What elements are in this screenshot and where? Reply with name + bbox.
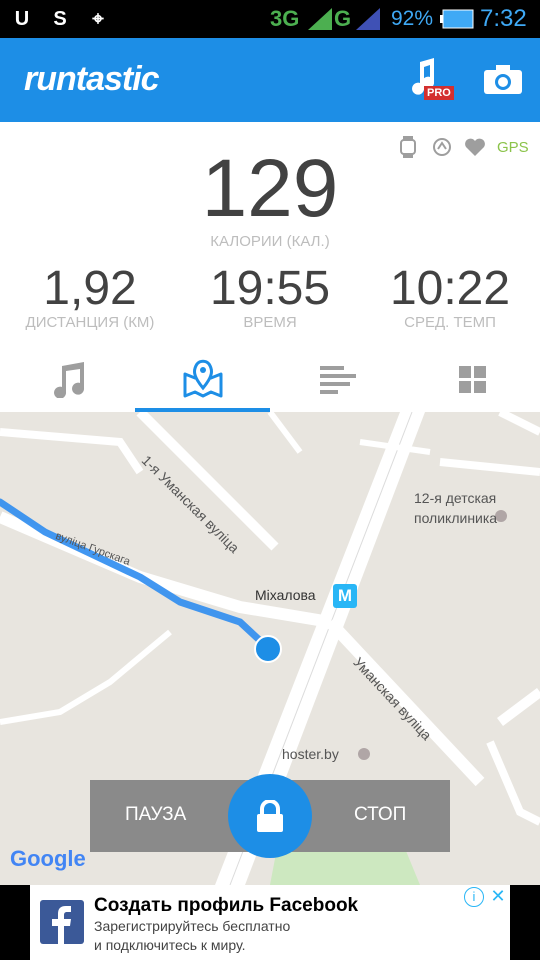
- calories-label: КАЛОРИИ (КАЛ.): [210, 233, 330, 250]
- status-bar: U S ⌖ 3G G 92% 7:32: [0, 0, 540, 38]
- music-icon: [54, 362, 85, 398]
- watch-icon: [400, 136, 416, 158]
- pace-value: 10:22: [389, 262, 511, 315]
- google-logo: Google: [10, 846, 86, 871]
- signal-icon: [308, 8, 332, 30]
- camera-icon: [484, 65, 522, 94]
- stop-button[interactable]: СТОП: [354, 804, 406, 826]
- pace-label: СРЕД. ТЕМП: [404, 314, 496, 331]
- tab-map[interactable]: [135, 344, 270, 412]
- grid-icon: [459, 366, 486, 393]
- u-app-icon: U: [14, 8, 30, 30]
- poi-clinic-label: 12-я детская поликлиника: [414, 490, 498, 526]
- tracking-icon: [433, 138, 451, 156]
- metro-icon: M: [333, 584, 357, 608]
- tab-grid[interactable]: [405, 344, 540, 412]
- camera-button[interactable]: [484, 64, 524, 98]
- lock-icon: [257, 800, 283, 832]
- time-label: ВРЕМЯ: [243, 314, 297, 331]
- poi-hoster-label: hoster.by: [282, 746, 339, 762]
- ad-title: Создать профиль Facebook: [94, 895, 359, 916]
- battery-percent: 92%: [391, 7, 434, 30]
- ad-close-icon[interactable]: ✕: [488, 885, 508, 907]
- stats-panel: GPS 129 КАЛОРИИ (КАЛ.) 1,92 ДИСТАНЦИЯ (К…: [0, 122, 540, 412]
- list-icon: [320, 366, 356, 394]
- calories-value: 129: [201, 143, 339, 234]
- s-app-icon: S: [53, 8, 67, 30]
- map-icon: [183, 359, 223, 398]
- signal-icon-2: [356, 8, 380, 30]
- facebook-icon: [40, 900, 84, 944]
- tab-music[interactable]: [0, 344, 135, 412]
- battery-icon: [440, 9, 474, 29]
- gps-indicator: GPS: [497, 139, 529, 156]
- ad-info-icon[interactable]: i: [464, 887, 484, 907]
- network-type-3g: 3G: [270, 6, 300, 31]
- distance-label: ДИСТАНЦИЯ (КМ): [25, 314, 155, 331]
- distance-value: 1,92: [43, 262, 137, 315]
- tab-list[interactable]: [270, 344, 405, 412]
- pause-button[interactable]: ПАУЗА: [125, 804, 186, 826]
- ad-banner[interactable]: Создать профиль Facebook Зарегистрируйте…: [30, 885, 510, 960]
- music-pro-button[interactable]: PRO: [408, 58, 458, 104]
- heart-icon: [465, 138, 485, 156]
- runtastic-logo: runtastic: [24, 60, 160, 98]
- app-bar: runtastic PRO: [0, 38, 540, 122]
- location-icon: ⌖: [92, 8, 104, 30]
- time-value: 19:55: [209, 262, 331, 315]
- pro-badge: PRO: [424, 86, 454, 100]
- ad-line-1: Зарегистрируйтесь бесплатно: [94, 918, 291, 934]
- metro-station-label: Міхалова: [255, 587, 316, 603]
- ad-line-2: и подключитесь к миру.: [94, 937, 246, 953]
- clock: 7:32: [480, 5, 527, 32]
- lock-button[interactable]: [228, 774, 312, 858]
- network-type-g: G: [334, 6, 352, 31]
